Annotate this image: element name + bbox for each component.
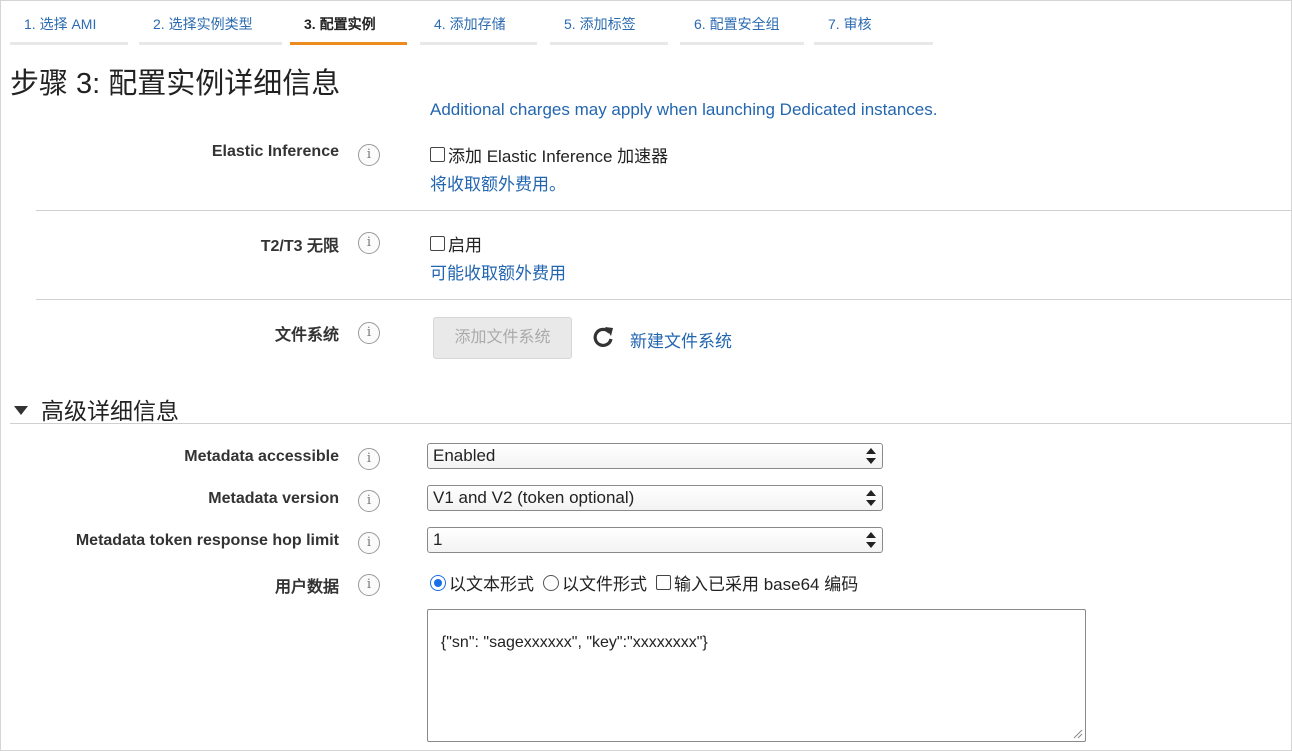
as-text-radio[interactable] [430,574,446,591]
elastic-inference-checkbox-label: 添加 Elastic Inference 加速器 [448,147,669,166]
t2t3-charges-link[interactable]: 可能收取额外费用 [430,259,566,284]
as-file-radio[interactable] [543,574,559,591]
as-file-label: 以文件形式 [562,575,647,594]
metadata-version-label: Metadata version [208,490,339,507]
advanced-details-toggle[interactable]: 高级详细信息 [14,392,179,426]
step-review[interactable]: 7. 审核 [814,8,933,45]
user-data-content: {"sn": "sagexxxxxx", "key":"xxxxxxxx"} [440,634,708,651]
divider [36,299,1292,300]
base64-label: 输入已采用 base64 编码 [674,575,859,594]
resize-grip-icon[interactable] [1073,729,1083,739]
as-text-label: 以文本形式 [449,575,534,594]
metadata-accessible-value: Enabled [433,446,496,465]
metadata-version-value: V1 and V2 (token optional) [433,488,635,507]
info-icon[interactable]: i [358,232,380,254]
filesystem-label: 文件系统 [274,327,339,344]
new-filesystem-link[interactable]: 新建文件系统 [630,327,732,352]
hop-limit-value: 1 [433,530,443,549]
step-configure-instance[interactable]: 3. 配置实例 [290,8,407,45]
user-data-textarea[interactable]: {"sn": "sagexxxxxx", "key":"xxxxxxxx"} [427,609,1086,742]
step-configure-security-group[interactable]: 6. 配置安全组 [680,8,804,45]
info-icon[interactable]: i [358,448,380,470]
info-icon[interactable]: i [358,532,380,554]
select-arrows-icon [866,490,876,506]
t2t3-unlimited-label: T2/T3 无限 [260,238,339,255]
divider [10,423,1292,424]
hop-limit-select[interactable]: 1 [427,527,883,553]
elastic-inference-label: Elastic Inference [211,143,339,160]
info-icon[interactable]: i [358,490,380,512]
user-data-label: 用户数据 [274,579,339,596]
metadata-version-select[interactable]: V1 and V2 (token optional) [427,485,883,511]
select-arrows-icon [866,448,876,464]
add-filesystem-button[interactable]: 添加文件系统 [433,317,572,359]
step-add-storage[interactable]: 4. 添加存储 [420,8,537,45]
t2t3-checkbox-row: 启用 [430,231,482,256]
metadata-accessible-label: Metadata accessible [184,448,339,465]
divider [36,210,1292,211]
elastic-inference-checkbox[interactable] [430,147,445,162]
step-choose-ami[interactable]: 1. 选择 AMI [10,8,128,45]
t2t3-enable-checkbox[interactable] [430,236,445,251]
dedicated-charges-link[interactable]: Additional charges may apply when launch… [430,100,937,120]
t2t3-checkbox-label: 启用 [448,236,482,255]
step-choose-instance-type[interactable]: 2. 选择实例类型 [139,8,282,45]
metadata-accessible-select[interactable]: Enabled [427,443,883,469]
page-title: 步骤 3: 配置实例详细信息 [10,68,341,100]
info-icon[interactable]: i [358,144,380,166]
step-add-tags[interactable]: 5. 添加标签 [550,8,668,45]
refresh-icon[interactable] [590,324,616,350]
elastic-inference-charges-link[interactable]: 将收取额外费用。 [430,170,566,195]
caret-down-icon [14,405,28,415]
hop-limit-label: Metadata token response hop limit [75,532,339,549]
advanced-details-title: 高级详细信息 [41,398,179,424]
info-icon[interactable]: i [358,574,380,596]
base64-checkbox[interactable] [656,575,671,590]
info-icon[interactable]: i [358,322,380,344]
user-data-options: 以文本形式 以文件形式 输入已采用 base64 编码 [430,570,858,595]
elastic-inference-checkbox-row: 添加 Elastic Inference 加速器 [430,142,668,167]
select-arrows-icon [866,532,876,548]
